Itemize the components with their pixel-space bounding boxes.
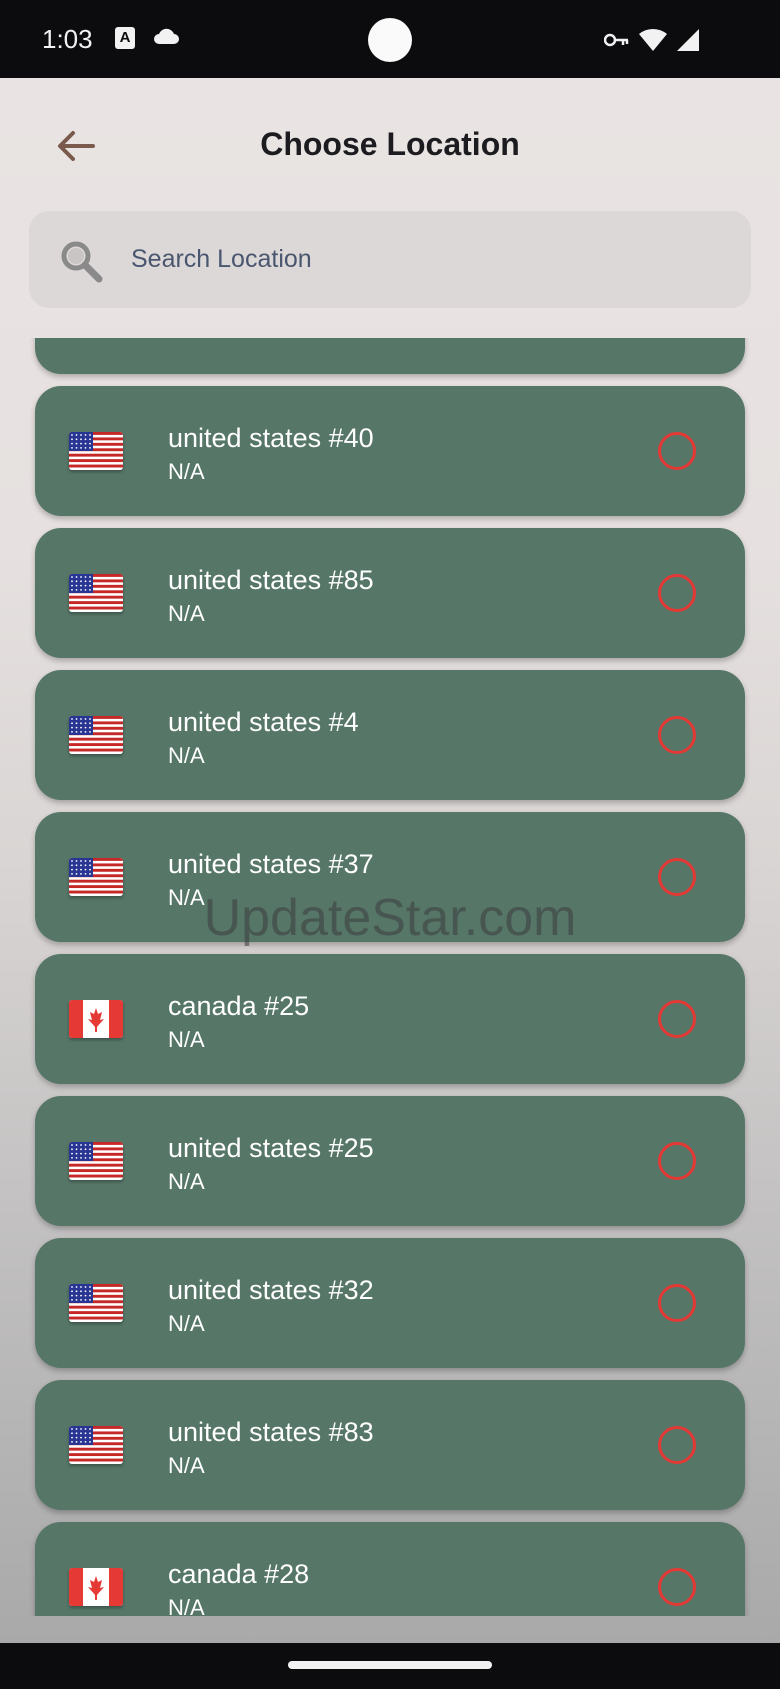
front-camera (368, 18, 412, 62)
wifi-icon (638, 28, 668, 57)
page-title: Choose Location (260, 126, 520, 162)
location-name: canada #25 (168, 991, 310, 1021)
location-ping: N/A (168, 1311, 205, 1336)
location-item[interactable]: united states #37 N/A (35, 812, 745, 942)
navigation-bar (0, 1643, 780, 1689)
us-flag-icon (69, 1284, 123, 1322)
location-name: united states #37 (168, 849, 374, 879)
choose-location-screen: Choose Location united states #30 N/A (0, 78, 780, 1643)
home-gesture-handle[interactable] (288, 1661, 492, 1669)
location-radio-button[interactable] (658, 1284, 696, 1322)
location-ping: N/A (168, 1027, 205, 1052)
location-radio-button[interactable] (658, 1426, 696, 1464)
location-radio-button[interactable] (658, 1142, 696, 1180)
status-time: 1:03 (42, 24, 93, 54)
us-flag-icon (69, 1142, 123, 1180)
cloud-icon (152, 26, 180, 51)
key-icon (603, 32, 630, 53)
search-icon (59, 239, 107, 290)
location-ping: N/A (168, 1595, 205, 1616)
location-name: united states #40 (168, 423, 374, 453)
search-input[interactable] (131, 233, 711, 285)
location-item[interactable]: united states #40 N/A (35, 386, 745, 516)
location-ping: N/A (168, 1169, 205, 1194)
a-notification-icon: A (115, 27, 135, 49)
location-item[interactable]: canada #28 N/A (35, 1522, 745, 1616)
location-ping: N/A (168, 743, 205, 768)
location-list[interactable]: united states #30 N/A united states #40 … (0, 338, 780, 1616)
location-item[interactable]: united states #85 N/A (35, 528, 745, 658)
location-item[interactable]: united states #4 N/A (35, 670, 745, 800)
location-ping: N/A (168, 601, 205, 626)
location-name: united states #85 (168, 565, 374, 595)
location-radio-button[interactable] (658, 716, 696, 754)
location-name: united states #25 (168, 1133, 374, 1163)
location-ping: N/A (168, 1453, 205, 1478)
location-ping: N/A (168, 459, 205, 484)
location-item[interactable]: canada #25 N/A (35, 954, 745, 1084)
search-bar[interactable] (29, 211, 751, 308)
us-flag-icon (69, 1426, 123, 1464)
us-flag-icon (69, 432, 123, 470)
location-name: united states #32 (168, 1275, 374, 1305)
location-name: united states #4 (168, 707, 359, 737)
location-ping: N/A (168, 338, 205, 343)
us-flag-icon (69, 716, 123, 754)
location-item[interactable]: united states #30 N/A (35, 338, 745, 374)
canada-flag-icon (69, 1568, 123, 1606)
canada-flag-icon (69, 1000, 123, 1038)
location-radio-button[interactable] (658, 432, 696, 470)
location-item[interactable]: united states #25 N/A (35, 1096, 745, 1226)
status-icons (603, 28, 700, 57)
location-radio-button[interactable] (658, 1568, 696, 1606)
us-flag-icon (69, 858, 123, 896)
location-radio-button[interactable] (658, 858, 696, 896)
location-radio-button[interactable] (658, 1000, 696, 1038)
phone-screen: 1:03 A Choose Location Search Location u… (0, 0, 780, 1689)
location-ping: N/A (168, 885, 205, 910)
status-bar: 1:03 A (0, 0, 780, 78)
us-flag-icon (69, 574, 123, 612)
location-item[interactable]: united states #32 N/A (35, 1238, 745, 1368)
location-item[interactable]: united states #83 N/A (35, 1380, 745, 1510)
location-name: canada #28 (168, 1559, 310, 1589)
app-header: Choose Location (0, 78, 780, 210)
location-name: united states #83 (168, 1417, 374, 1447)
location-radio-button[interactable] (658, 574, 696, 612)
signal-icon (676, 28, 700, 57)
